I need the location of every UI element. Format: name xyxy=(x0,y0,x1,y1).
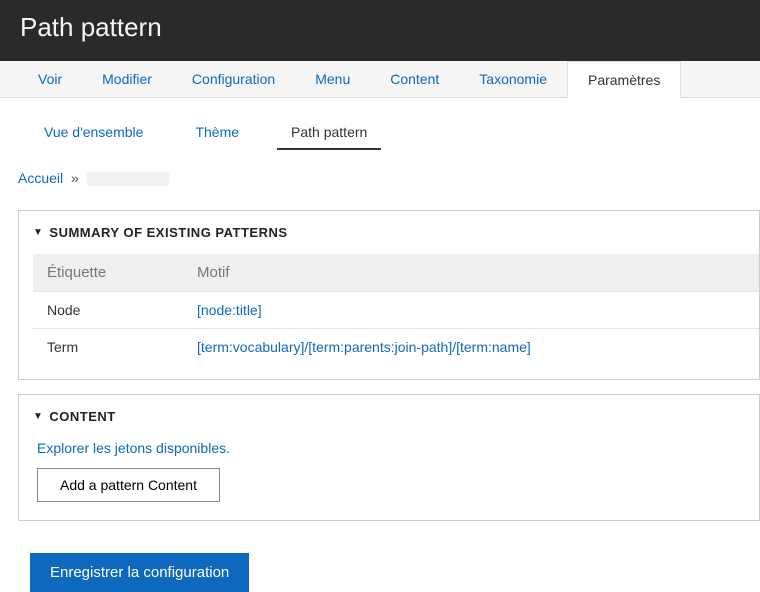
summary-body: Étiquette Motif Node [node:title] Term [… xyxy=(19,254,759,379)
tab-voir[interactable]: Voir xyxy=(18,61,82,97)
tab-configuration[interactable]: Configuration xyxy=(172,61,295,97)
tab-taxonomie[interactable]: Taxonomie xyxy=(459,61,567,97)
primary-tabs: Voir Modifier Configuration Menu Content… xyxy=(0,61,760,98)
tab-parametres[interactable]: Paramètres xyxy=(567,61,681,98)
page-title: Path pattern xyxy=(20,12,740,43)
save-button[interactable]: Enregistrer la configuration xyxy=(30,553,249,592)
summary-title: SUMMARY OF EXISTING PATTERNS xyxy=(49,225,287,240)
subtab-vue-ensemble[interactable]: Vue d'ensemble xyxy=(30,116,157,150)
th-etiquette: Étiquette xyxy=(33,254,183,292)
tab-menu[interactable]: Menu xyxy=(295,61,370,97)
breadcrumb-sep: » xyxy=(71,170,79,186)
breadcrumb: Accueil » xyxy=(0,150,760,196)
summary-table: Étiquette Motif Node [node:title] Term [… xyxy=(33,254,759,365)
summary-fieldset: ▼ SUMMARY OF EXISTING PATTERNS Étiquette… xyxy=(18,210,760,380)
tokens-link[interactable]: Explorer les jetons disponibles. xyxy=(19,438,759,468)
subtab-theme[interactable]: Thème xyxy=(181,116,253,150)
content-title: CONTENT xyxy=(49,409,115,424)
cell-etiquette: Term xyxy=(33,329,183,366)
cell-motif: [term:vocabulary]/[term:parents:join-pat… xyxy=(183,329,759,366)
cell-motif: [node:title] xyxy=(183,292,759,329)
triangle-down-icon: ▼ xyxy=(33,227,43,238)
tab-modifier[interactable]: Modifier xyxy=(82,61,172,97)
summary-legend[interactable]: ▼ SUMMARY OF EXISTING PATTERNS xyxy=(19,211,759,254)
triangle-down-icon: ▼ xyxy=(33,411,43,422)
subtab-path-pattern[interactable]: Path pattern xyxy=(277,116,381,150)
cell-etiquette: Node xyxy=(33,292,183,329)
content-legend[interactable]: ▼ CONTENT xyxy=(19,395,759,438)
th-motif: Motif xyxy=(183,254,759,292)
tab-content[interactable]: Content xyxy=(370,61,459,97)
content-body: Explorer les jetons disponibles. Add a p… xyxy=(19,438,759,520)
breadcrumb-placeholder xyxy=(87,172,169,186)
content-fieldset: ▼ CONTENT Explorer les jetons disponible… xyxy=(18,394,760,521)
secondary-tabs: Vue d'ensemble Thème Path pattern xyxy=(0,98,760,150)
add-pattern-button[interactable]: Add a pattern Content xyxy=(37,468,220,502)
table-row: Term [term:vocabulary]/[term:parents:joi… xyxy=(33,329,759,366)
breadcrumb-home[interactable]: Accueil xyxy=(18,170,63,186)
topbar: Path pattern xyxy=(0,0,760,61)
table-row: Node [node:title] xyxy=(33,292,759,329)
